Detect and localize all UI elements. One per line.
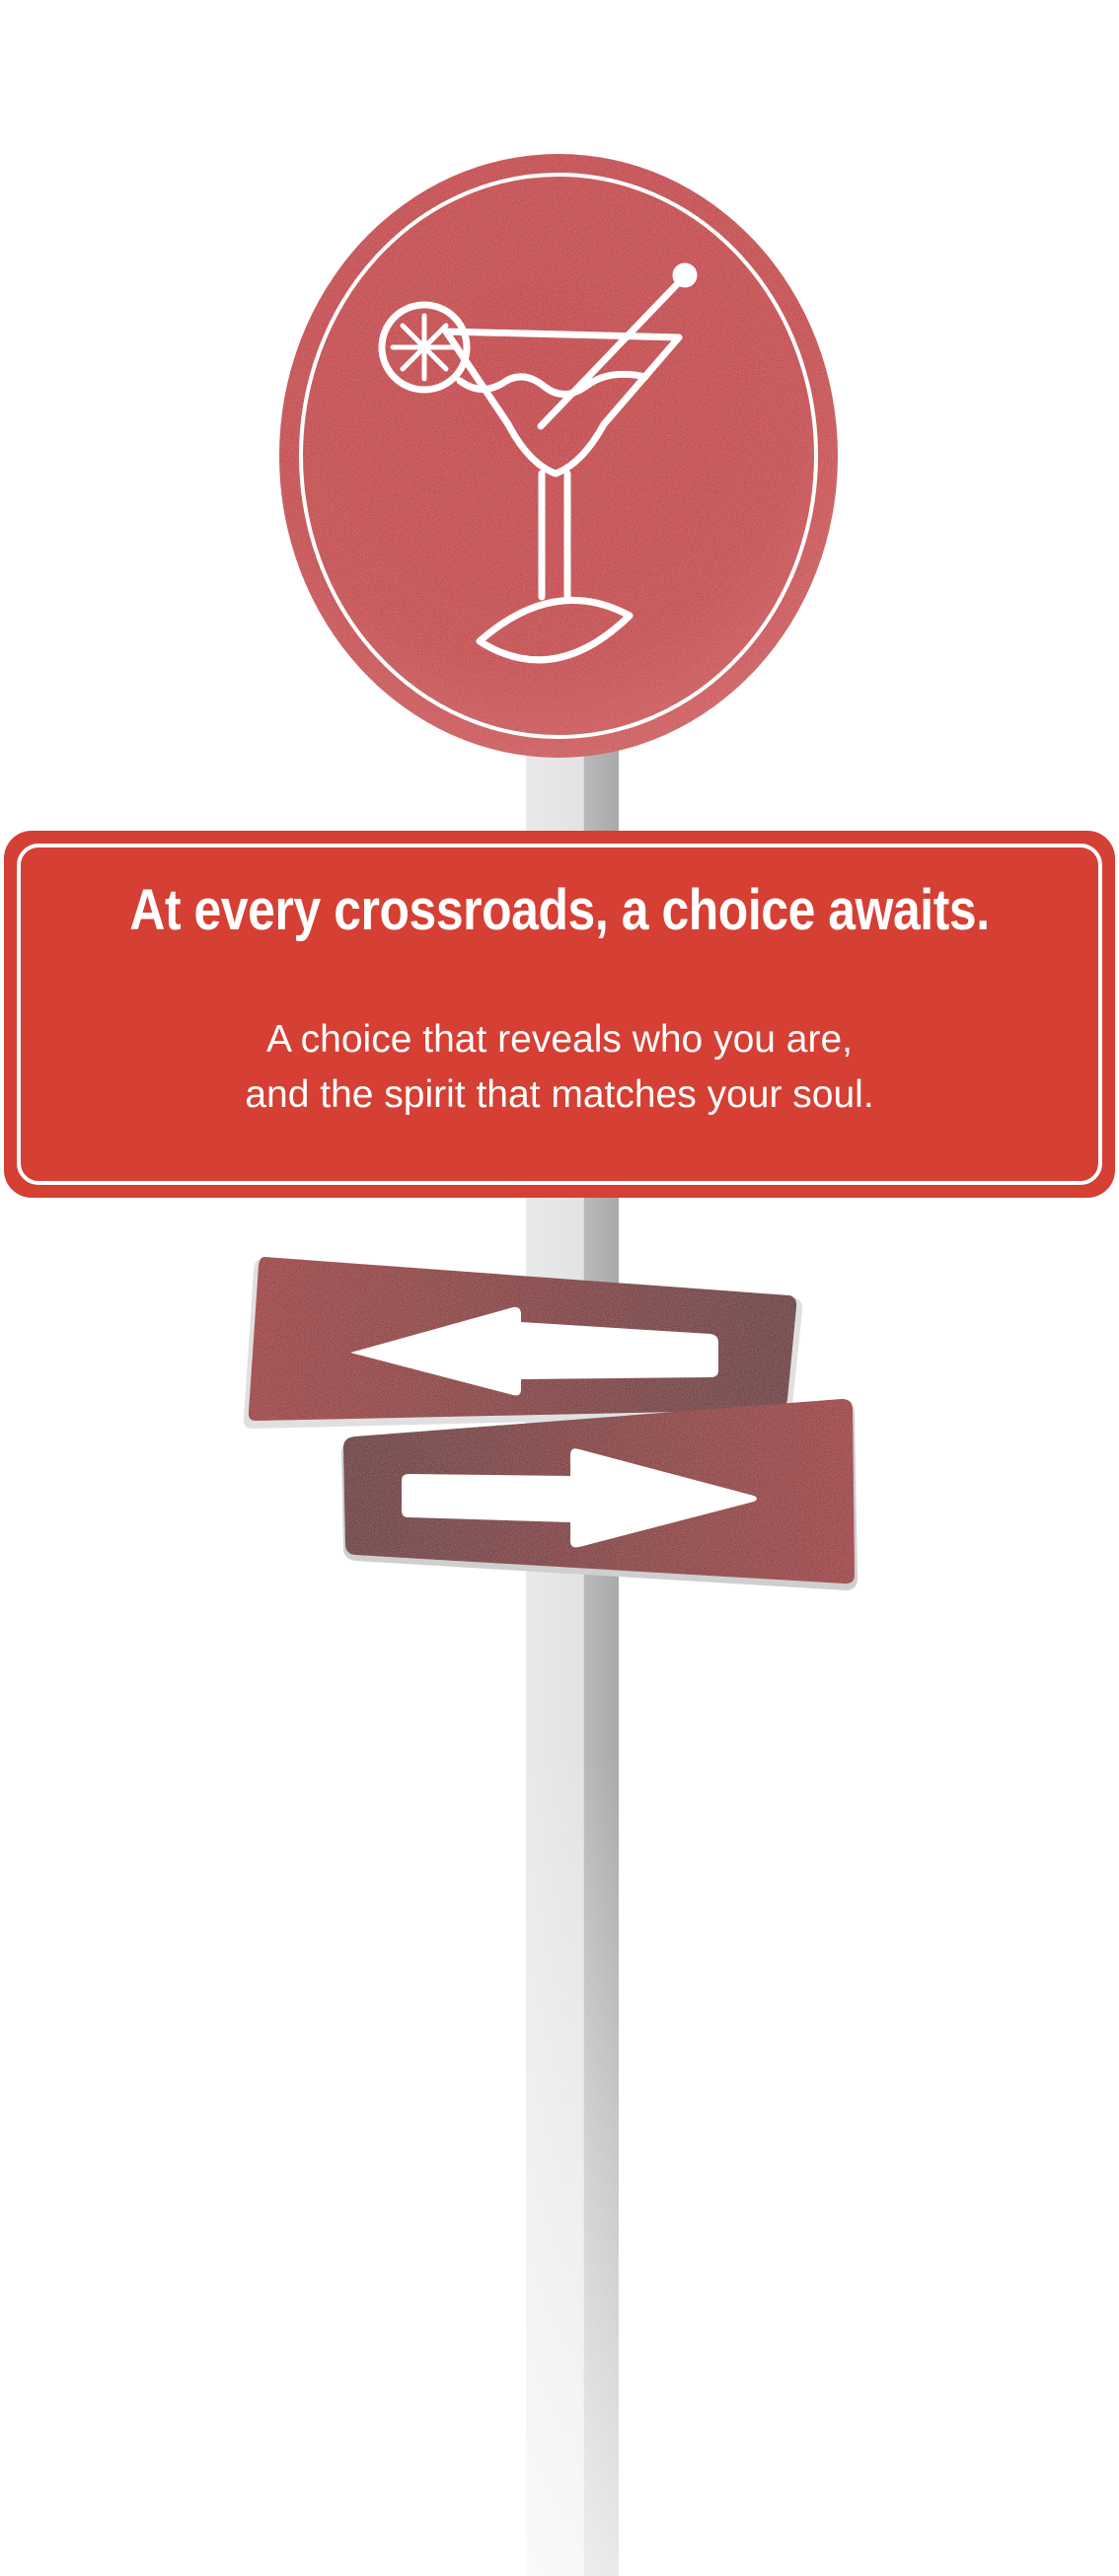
street-sign-illustration (4, 154, 1115, 2576)
sign-subline-2: and the spirit that matches your soul. (245, 1073, 874, 1116)
left-direction-sign (243, 1257, 803, 1429)
sign-headline: At every crossroads, a choice awaits. (129, 878, 990, 942)
cocktail-emblem-sign (279, 154, 838, 758)
right-direction-sign (341, 1399, 858, 1590)
sign-subline-1: A choice that reveals who you are, (265, 1018, 853, 1061)
